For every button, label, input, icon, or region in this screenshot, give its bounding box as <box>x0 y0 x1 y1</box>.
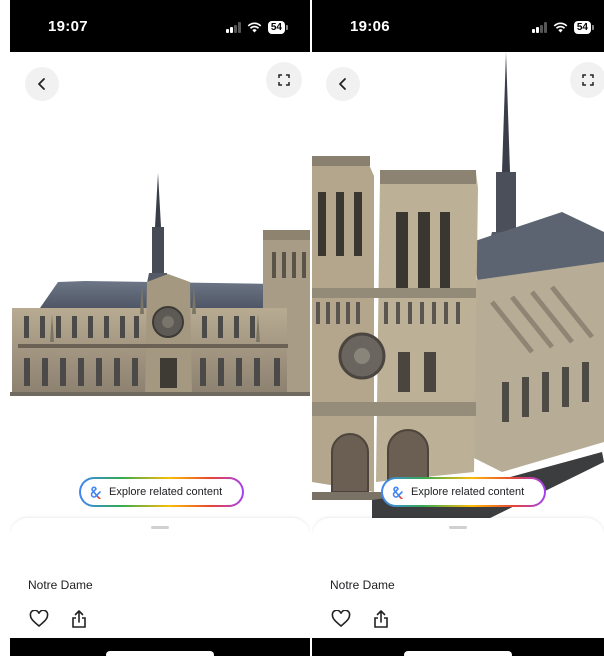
place-title: Notre Dame <box>330 578 395 592</box>
share-button[interactable] <box>370 608 392 630</box>
notre-dame-side-model[interactable] <box>10 52 310 522</box>
explore-related-label: Explore related content <box>109 486 223 498</box>
fullscreen-icon <box>278 74 290 86</box>
status-time: 19:07 <box>48 18 88 35</box>
home-indicator[interactable] <box>404 651 512 656</box>
explore-related-label: Explore related content <box>411 486 525 498</box>
battery-icon: 54 <box>573 21 594 34</box>
sheet-drag-handle[interactable] <box>151 526 169 529</box>
battery-level: 54 <box>573 21 591 34</box>
action-row <box>28 608 90 630</box>
favorite-button[interactable] <box>28 608 50 630</box>
3d-model-viewer[interactable] <box>10 52 310 522</box>
explore-related-button[interactable]: Explore related content <box>79 477 244 507</box>
action-row <box>330 608 392 630</box>
back-button[interactable] <box>25 67 59 101</box>
fullscreen-button[interactable] <box>570 62 604 98</box>
bottom-sheet[interactable]: Notre Dame <box>312 518 604 638</box>
share-icon <box>374 610 388 628</box>
cellular-signal-icon <box>225 22 241 33</box>
favorite-button[interactable] <box>330 608 352 630</box>
cellular-signal-icon <box>531 22 547 33</box>
place-title: Notre Dame <box>28 578 93 592</box>
lens-ampersand-icon <box>90 486 101 499</box>
share-icon <box>72 610 86 628</box>
battery-icon: 54 <box>267 21 288 34</box>
fullscreen-button[interactable] <box>266 62 302 98</box>
status-bar: 19:07 54 <box>10 0 310 52</box>
bottom-sheet[interactable]: Notre Dame <box>10 518 310 638</box>
wifi-icon <box>247 22 262 33</box>
home-indicator[interactable] <box>106 651 214 656</box>
sheet-drag-handle[interactable] <box>449 526 467 529</box>
3d-model-viewer[interactable] <box>312 52 604 522</box>
heart-icon <box>331 610 351 628</box>
screen-front-view: 19:06 54 Explore related content Notre D… <box>312 0 604 656</box>
fullscreen-icon <box>582 74 594 86</box>
chevron-left-icon <box>38 78 45 90</box>
screen-side-view: 19:07 54 Explore related content Notre D… <box>10 0 310 656</box>
chevron-left-icon <box>339 78 346 90</box>
wifi-icon <box>553 22 568 33</box>
status-bar: 19:06 54 <box>312 0 604 52</box>
explore-related-button[interactable]: Explore related content <box>381 477 546 507</box>
heart-icon <box>29 610 49 628</box>
battery-level: 54 <box>267 21 285 34</box>
home-indicator-bar <box>10 636 310 656</box>
lens-ampersand-icon <box>392 486 403 499</box>
status-icons: 54 <box>531 21 594 34</box>
home-indicator-bar <box>312 636 604 656</box>
status-time: 19:06 <box>350 18 390 35</box>
notre-dame-facade-model[interactable] <box>312 52 604 522</box>
share-button[interactable] <box>68 608 90 630</box>
back-button[interactable] <box>326 67 360 101</box>
status-icons: 54 <box>225 21 288 34</box>
